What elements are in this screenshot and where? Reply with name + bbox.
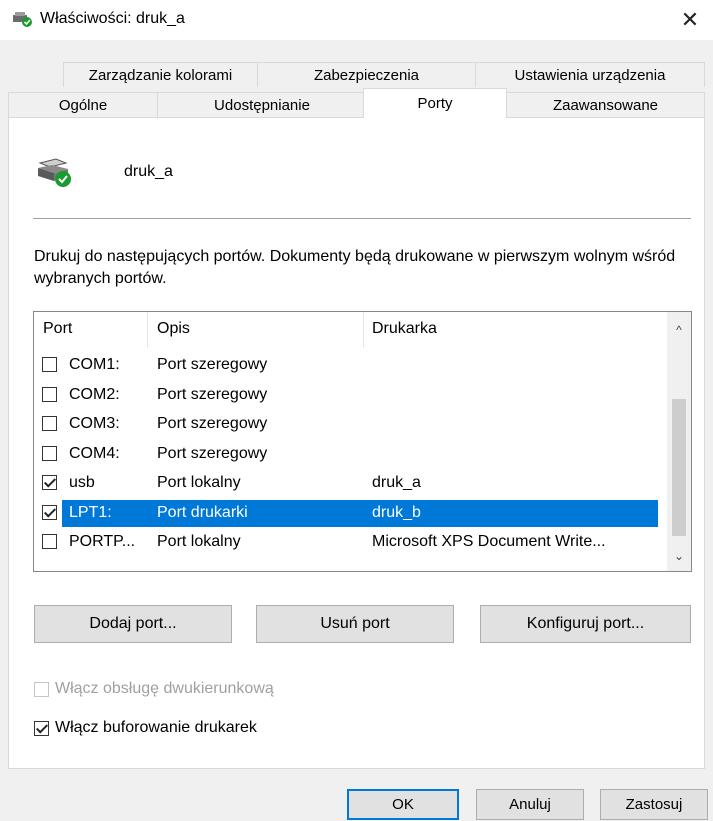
tab-security[interactable]: Zabezpieczenia	[257, 62, 476, 87]
tab-row-front: Ogólne Udostępnianie Porty Zaawansowane	[8, 88, 705, 118]
apply-button[interactable]: Zastosuj	[600, 789, 708, 820]
printer-ready-icon	[13, 12, 32, 27]
table-row[interactable]: LPT1: Port drukarki druk_b	[34, 499, 666, 528]
close-button[interactable]: ✕	[667, 0, 713, 40]
bidirectional-label: Włącz obsługę dwukierunkową	[55, 680, 274, 697]
port-name: COM4:	[69, 444, 120, 462]
remove-port-button[interactable]: Usuń port	[256, 605, 454, 643]
ports-panel: druk_a Drukuj do następujących portów. D…	[8, 117, 705, 769]
window-title: Właściwości: druk_a	[40, 10, 185, 27]
port-description: Port szeregowy	[157, 356, 268, 373]
table-row[interactable]: COM4: Port szeregowy	[34, 440, 666, 469]
scroll-thumb[interactable]	[672, 399, 686, 536]
port-name: PORTP...	[69, 533, 136, 550]
add-port-button[interactable]: Dodaj port...	[34, 605, 232, 643]
close-icon: ✕	[680, 7, 700, 32]
table-row[interactable]: usb Port lokalny druk_a	[34, 469, 666, 498]
scroll-up-icon[interactable]: ^	[667, 312, 691, 348]
column-header-printer[interactable]: Drukarka	[372, 320, 437, 338]
cancel-button[interactable]: Anuluj	[476, 789, 584, 820]
tab-row-back: Zarządzanie kolorami Zabezpieczenia Usta…	[8, 62, 705, 87]
port-checkbox[interactable]	[42, 504, 57, 520]
list-header: Port Opis Drukarka	[34, 312, 666, 348]
table-row[interactable]: COM1: Port szeregowy	[34, 351, 666, 380]
table-row[interactable]: COM3: Port szeregowy	[34, 410, 666, 439]
bidirectional-checkbox	[34, 682, 49, 697]
port-name: LPT1:	[69, 503, 112, 521]
port-name: COM3:	[69, 415, 120, 432]
spooling-label[interactable]: Włącz buforowanie drukarek	[55, 719, 257, 737]
spooling-checkbox[interactable]	[34, 721, 49, 736]
port-checkbox[interactable]	[42, 386, 57, 402]
port-checkbox[interactable]	[42, 416, 57, 431]
port-name: COM2:	[69, 385, 120, 403]
table-row[interactable]: PORTP... Port lokalny Microsoft XPS Docume…	[34, 528, 666, 557]
column-header-port[interactable]: Port	[43, 320, 72, 338]
port-description: Port szeregowy	[157, 415, 268, 432]
port-printer: druk_a	[372, 474, 421, 491]
selection-highlight	[62, 499, 658, 527]
table-row[interactable]: COM2: Port szeregowy	[34, 381, 666, 410]
configure-port-button[interactable]: Konfiguruj port...	[480, 605, 691, 643]
port-checkbox[interactable]	[42, 357, 57, 372]
port-checkbox[interactable]	[42, 445, 57, 461]
separator	[33, 218, 691, 219]
printer-ready-icon	[38, 158, 71, 187]
ok-button[interactable]: OK	[347, 789, 459, 820]
port-description: Port drukarki	[157, 503, 248, 521]
list-scrollbar[interactable]: ^ ⌄	[667, 312, 691, 571]
port-printer: druk_b	[372, 503, 421, 521]
scroll-down-icon[interactable]: ⌄	[667, 541, 691, 571]
port-description: Port lokalny	[157, 533, 241, 550]
tab-sharing[interactable]: Udostępnianie	[157, 92, 367, 117]
port-name: usb	[69, 474, 95, 491]
port-name: COM1:	[69, 356, 120, 373]
printer-name: druk_a	[124, 163, 173, 180]
tab-device-settings[interactable]: Ustawienia urządzenia	[475, 62, 705, 87]
tab-ports[interactable]: Porty	[363, 88, 507, 118]
tab-general[interactable]: Ogólne	[8, 92, 158, 117]
column-header-description[interactable]: Opis	[157, 320, 190, 338]
ports-list[interactable]: Port Opis Drukarka COM1: Port szeregowy CO…	[33, 311, 692, 572]
title-bar: Właściwości: druk_a ✕	[0, 0, 713, 40]
port-checkbox[interactable]	[42, 534, 57, 549]
ports-description: Drukuj do następujących portów. Dokument…	[34, 248, 676, 287]
port-printer: Microsoft XPS Document Write...	[372, 533, 606, 550]
tab-color-management[interactable]: Zarządzanie kolorami	[63, 62, 258, 87]
port-description: Port lokalny	[157, 474, 241, 491]
port-description: Port szeregowy	[157, 385, 268, 403]
port-checkbox[interactable]	[42, 475, 57, 490]
port-description: Port szeregowy	[157, 444, 268, 462]
tab-advanced[interactable]: Zaawansowane	[506, 92, 705, 117]
